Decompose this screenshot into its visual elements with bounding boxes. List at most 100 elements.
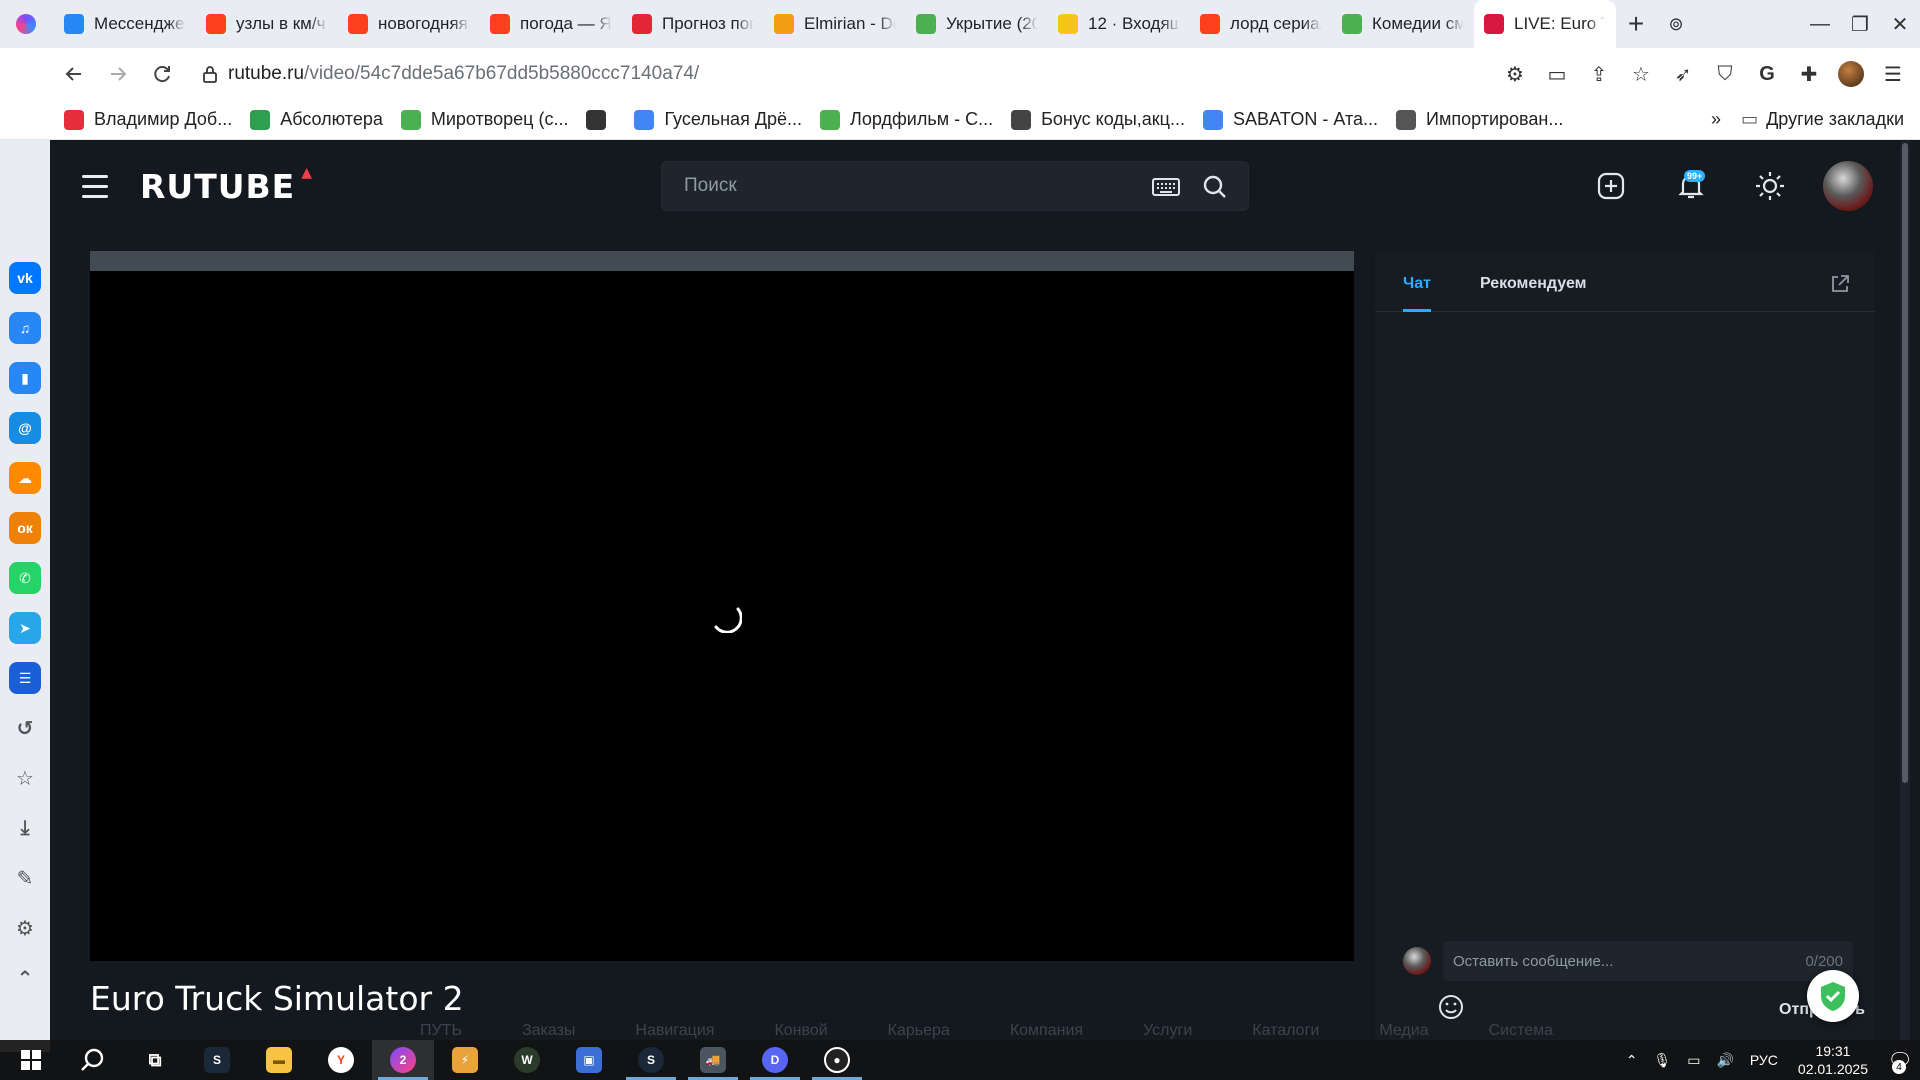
taskbar-yandex-browser[interactable]: Y xyxy=(310,1040,372,1080)
telegram-icon[interactable]: ➤ xyxy=(9,612,41,644)
browser-tab[interactable]: лорд сериал xyxy=(1190,0,1332,48)
page-scrollbar[interactable] xyxy=(1900,141,1910,1052)
network-icon[interactable]: ▭ xyxy=(1687,1052,1700,1069)
theme-sun-icon[interactable] xyxy=(1753,169,1787,203)
new-tab-button[interactable]: + xyxy=(1616,0,1656,48)
taskbar-explorer[interactable]: ▬ xyxy=(248,1040,310,1080)
taskbar-wot[interactable]: W xyxy=(496,1040,558,1080)
taskbar-obs-studio[interactable]: ● xyxy=(806,1040,868,1080)
browser-tab[interactable]: новогодняя м xyxy=(338,0,480,48)
music-icon[interactable]: ♫ xyxy=(9,312,41,344)
favorites-star-icon[interactable]: ☆ xyxy=(9,762,41,794)
pen-icon[interactable]: ✎ xyxy=(9,862,41,894)
volume-icon[interactable]: 🔊 xyxy=(1716,1052,1733,1069)
forward-button[interactable] xyxy=(98,54,138,94)
reload-button[interactable] xyxy=(142,54,182,94)
popout-external-icon[interactable] xyxy=(1829,273,1851,295)
share-icon[interactable]: ⇪ xyxy=(1578,53,1620,95)
microphone-icon[interactable]: 🎙 xyxy=(1653,1052,1671,1069)
picture-in-picture-icon[interactable]: ▭ xyxy=(1536,53,1578,95)
bookmark-item[interactable]: Абсолютера xyxy=(250,109,383,130)
folder-icon: ▭ xyxy=(1741,109,1759,129)
browser-tab[interactable]: Прогноз пого xyxy=(622,0,764,48)
start-button[interactable] xyxy=(0,1040,62,1080)
history-icon[interactable]: ↺ xyxy=(9,712,41,744)
tab-chat[interactable]: Чат xyxy=(1403,275,1431,293)
incognito-icon[interactable]: ⊚ xyxy=(1656,0,1696,48)
vk-icon[interactable]: vk xyxy=(9,262,41,294)
mail-at-icon[interactable]: @ xyxy=(9,412,41,444)
browser-menu-icon[interactable]: ☰ xyxy=(1872,53,1914,95)
search-input[interactable]: Поиск xyxy=(661,161,1249,211)
collapse-chevron-up-icon[interactable]: ⌃ xyxy=(9,962,41,994)
taskbar-ets2[interactable]: 🚚 xyxy=(682,1040,744,1080)
address-bar-row: rutube.ru/video/54c7dde5a67b67dd5b5880cc… xyxy=(0,48,1920,100)
bookmark-item[interactable]: Импортирован... xyxy=(1396,109,1563,130)
bookmark-item[interactable]: Владимир Доб... xyxy=(64,109,232,130)
clock[interactable]: 19:31 02.01.2025 xyxy=(1798,1042,1868,1078)
hamburger-menu-icon[interactable] xyxy=(82,175,108,205)
odnoklassniki-icon[interactable]: ок xyxy=(9,512,41,544)
browser-logo-icon[interactable] xyxy=(16,14,36,34)
browser-tab[interactable]: 12 · Входящие xyxy=(1048,0,1190,48)
extensions-puzzle-icon[interactable]: ✚ xyxy=(1788,53,1830,95)
keyboard-icon[interactable] xyxy=(1152,174,1180,200)
rocket-icon[interactable]: ➶ xyxy=(1662,53,1704,95)
browser-tab[interactable]: LIVE: Euro Tru xyxy=(1474,0,1616,48)
browser-tab[interactable]: узлы в км/ч м xyxy=(196,0,338,48)
browser-tab[interactable]: Укрытие (202 xyxy=(906,0,1048,48)
tab-recommended[interactable]: Рекомендуем xyxy=(1480,275,1587,293)
close-window-button[interactable]: ✕ xyxy=(1880,0,1920,48)
extension-alert-icon[interactable]: ⚙ xyxy=(1494,53,1536,95)
bookmark-item[interactable]: SABATON - Ата... xyxy=(1203,109,1378,130)
bookmark-item[interactable]: Бонус коды,акц... xyxy=(1011,109,1185,130)
grammar-extension-icon[interactable]: G xyxy=(1746,53,1788,95)
message-input[interactable]: Оставить сообщение... 0/200 xyxy=(1443,941,1853,981)
list-icon[interactable]: ☰ xyxy=(9,662,41,694)
shield-icon[interactable]: ⛉ xyxy=(1704,53,1746,95)
browser-tab[interactable]: погода — Янд xyxy=(480,0,622,48)
whatsapp-icon[interactable]: ✆ xyxy=(9,562,41,594)
stats-icon[interactable]: ▮ xyxy=(9,362,41,394)
mail-icon xyxy=(1058,14,1078,34)
url-field[interactable]: rutube.ru/video/54c7dde5a67b67dd5b5880cc… xyxy=(202,63,699,85)
other-bookmarks[interactable]: Другие закладки xyxy=(1766,109,1904,130)
language-indicator[interactable]: РУС xyxy=(1750,1052,1778,1068)
browser-tab[interactable]: Мессенджер xyxy=(54,0,196,48)
minimize-button[interactable]: — xyxy=(1800,0,1840,48)
browser-tab[interactable]: Elmirian - Don xyxy=(764,0,906,48)
taskbar-discord[interactable]: D xyxy=(744,1040,806,1080)
tray-chevron-up-icon[interactable]: ⌃ xyxy=(1626,1052,1638,1069)
taskbar-steam-2[interactable]: S xyxy=(620,1040,682,1080)
taskbar-steam[interactable]: S xyxy=(186,1040,248,1080)
taskbar-tool[interactable]: ⚡ xyxy=(434,1040,496,1080)
browser-tab[interactable]: Комедии смо xyxy=(1332,0,1474,48)
notification-center-button[interactable]: 🗨 4 xyxy=(1880,1040,1920,1080)
tab-title: погода — Янд xyxy=(520,14,612,33)
back-button[interactable] xyxy=(54,54,94,94)
emoji-smile-icon[interactable] xyxy=(1437,993,1465,1021)
taskbar-obs[interactable]: 2 xyxy=(372,1040,434,1080)
search-taskbar-button[interactable] xyxy=(62,1040,124,1080)
user-avatar[interactable] xyxy=(1823,161,1873,211)
bookmark-item[interactable] xyxy=(586,109,616,130)
bookmark-item[interactable]: Миротворец (с... xyxy=(400,109,568,130)
downloads-icon[interactable]: ⤓ xyxy=(9,812,41,844)
bookmark-item[interactable]: Лордфильм - С... xyxy=(820,109,993,130)
scrollbar-thumb[interactable] xyxy=(1902,143,1908,783)
bookmark-star-icon[interactable]: ☆ xyxy=(1620,53,1662,95)
task-view-button[interactable]: ⧉ xyxy=(124,1040,186,1080)
upload-plus-icon[interactable] xyxy=(1594,169,1628,203)
rutube-logo[interactable]: RUTUBE ▲ xyxy=(140,165,312,206)
taskbar-save[interactable]: ▣ xyxy=(558,1040,620,1080)
bookmark-item[interactable]: Гусельная Дрё... xyxy=(634,109,802,130)
video-player[interactable] xyxy=(90,271,1354,961)
search-icon[interactable] xyxy=(1202,174,1228,200)
settings-gear-icon[interactable]: ⚙ xyxy=(9,912,41,944)
security-check-icon[interactable] xyxy=(1807,970,1859,1022)
restore-button[interactable]: ❐ xyxy=(1840,0,1880,48)
profile-avatar-icon[interactable] xyxy=(1830,53,1872,95)
folder-icon: ▬ xyxy=(266,1047,292,1073)
chevron-double-right-icon[interactable]: » xyxy=(1711,109,1721,130)
cloud-icon[interactable]: ☁ xyxy=(9,462,41,494)
